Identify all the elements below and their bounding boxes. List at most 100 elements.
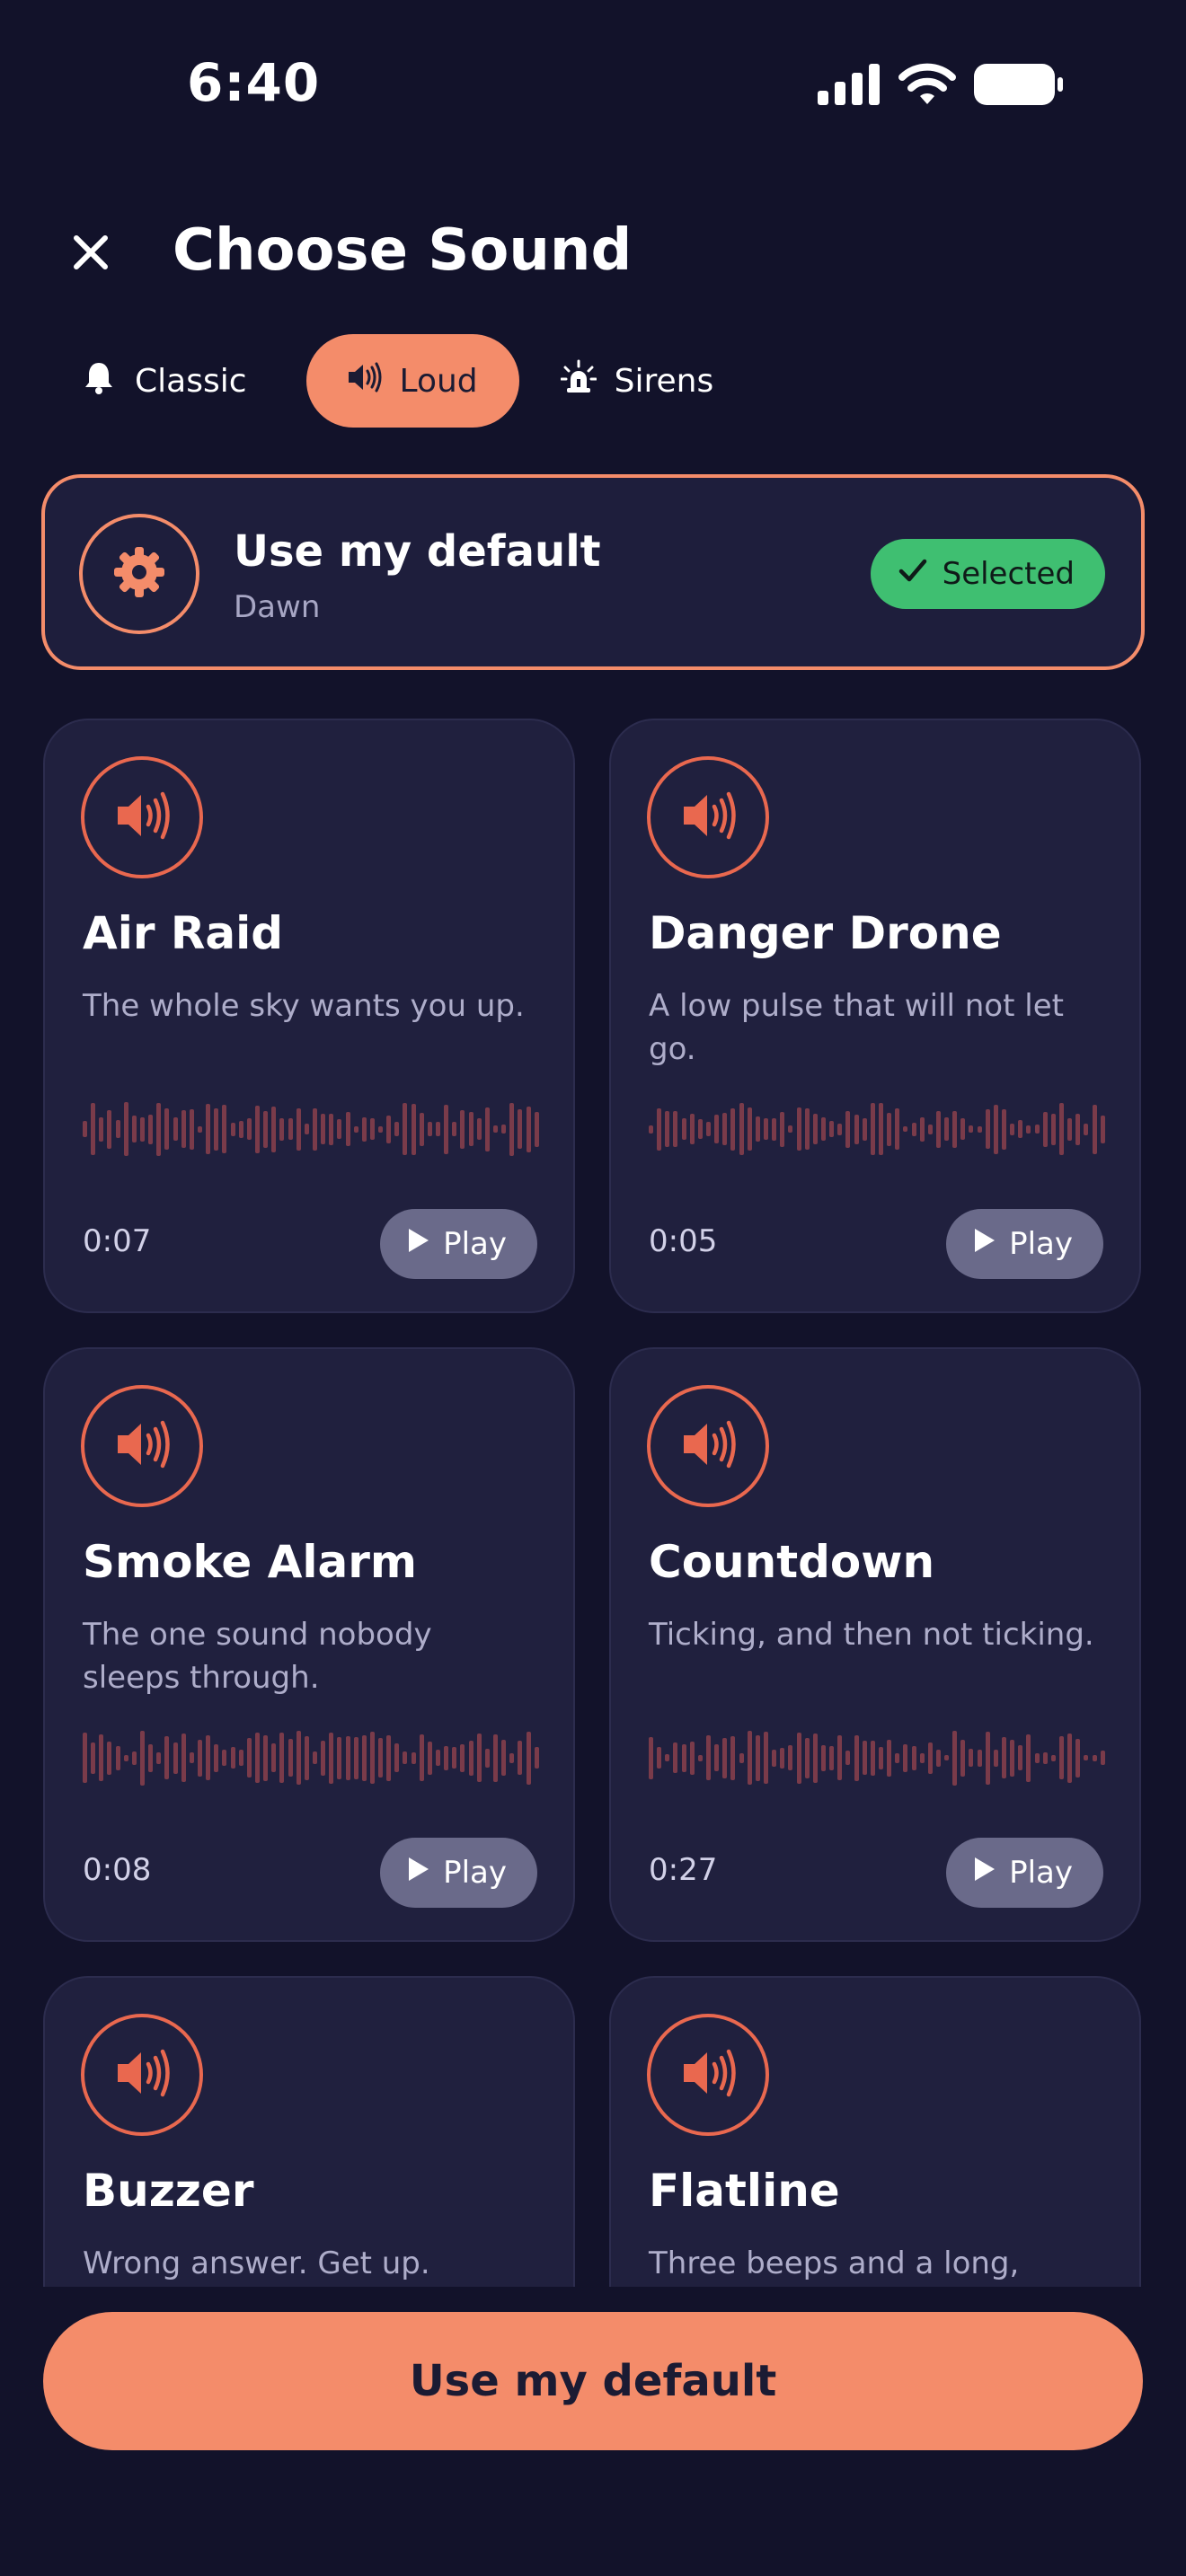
use-default-button[interactable]: Use my default (43, 2312, 1143, 2450)
waveform-bar (665, 1754, 670, 1761)
play-button[interactable]: Play (380, 1838, 537, 1908)
waveform-bar (99, 1116, 104, 1142)
waveform-bar (99, 1734, 104, 1781)
tab-loud[interactable]: Loud (305, 334, 519, 428)
waveform-bar (164, 1108, 170, 1150)
waveform-bar (1002, 1737, 1007, 1778)
sound-card[interactable]: Air Raid The whole sky wants you up. 0:07 P… (43, 719, 575, 1313)
default-sound-option[interactable]: Use my default Dawn Selected (41, 474, 1145, 670)
sound-waveform (649, 1726, 1105, 1789)
waveform-bar (845, 1110, 851, 1148)
waveform-bar (460, 1743, 465, 1772)
tab-classic[interactable]: Classic (59, 334, 287, 428)
speaker-loud-icon (111, 2042, 173, 2108)
waveform-bar (123, 1102, 128, 1156)
waveform-bar (181, 1110, 186, 1148)
sound-duration: 0:07 (83, 1223, 152, 1259)
waveform-bar (919, 1752, 925, 1763)
waveform-bar (156, 1102, 162, 1156)
waveform-bar (755, 1734, 760, 1781)
waveform-bar (878, 1746, 883, 1769)
waveform-bar (796, 1732, 801, 1784)
sound-description: Three beeps and a long, (649, 2245, 1020, 2281)
waveform-bar (444, 1104, 449, 1154)
sound-list[interactable]: Air Raid The whole sky wants you up. 0:07 P… (0, 719, 1186, 2287)
waveform-bar (854, 1114, 859, 1144)
waveform-bar (230, 1122, 235, 1136)
waveform-bar (107, 1741, 112, 1775)
status-time: 6:40 (187, 52, 321, 113)
waveform-bar (845, 1751, 851, 1765)
waveform-bar (411, 1103, 416, 1155)
tab-sirens[interactable]: Sirens (539, 334, 754, 428)
waveform-bar (353, 1736, 358, 1779)
sound-card[interactable]: Smoke Alarm The one sound nobody sleeps t… (43, 1347, 575, 1942)
waveform-bar (829, 1121, 835, 1137)
sound-card[interactable]: BuzzerWrong answer. Get up.Play (43, 1976, 575, 2287)
sound-name: Danger Drone (649, 907, 1002, 959)
waveform-bar (263, 1734, 269, 1781)
waveform-bar (337, 1119, 342, 1139)
sound-icon-circle (647, 1385, 769, 1507)
waveform-bar (673, 1111, 678, 1147)
waveform-bar (206, 1735, 211, 1780)
waveform-bar (181, 1734, 186, 1782)
waveform-bar (788, 1125, 793, 1133)
sound-description: Ticking, and then not ticking. (649, 1617, 1094, 1653)
play-button[interactable]: Play (380, 1209, 537, 1279)
sound-name: Countdown (649, 1536, 935, 1588)
waveform-bar (903, 1743, 908, 1772)
waveform-bar (788, 1745, 793, 1770)
waveform-bar (960, 1739, 966, 1777)
play-icon (973, 1226, 996, 1262)
waveform-bar (952, 1730, 958, 1786)
waveform-bar (304, 1735, 309, 1780)
waveform-bar (222, 1105, 227, 1153)
waveform-bar (345, 1735, 350, 1780)
waveform-bar (271, 1106, 277, 1152)
signal-icon (818, 64, 881, 109)
sound-description: The whole sky wants you up. (83, 988, 525, 1024)
waveform-bar (887, 1112, 892, 1146)
waveform-bar (993, 1104, 998, 1154)
waveform-bar (747, 1731, 752, 1785)
gear-icon (111, 543, 168, 604)
waveform-bar (911, 1745, 916, 1770)
waveform-bar (1067, 1117, 1073, 1141)
category-tabs: Classic Loud Sirens (59, 334, 753, 428)
waveform-bar (288, 1739, 293, 1777)
sound-card[interactable]: FlatlineThree beeps and a long,Play (609, 1976, 1141, 2287)
waveform-bar (386, 1734, 392, 1781)
waveform-bar (197, 1125, 202, 1133)
waveform-bar (115, 1120, 120, 1138)
waveform-bar (238, 1750, 243, 1766)
play-label: Play (1009, 1226, 1073, 1262)
waveform-bar (657, 1107, 662, 1151)
play-icon (407, 1226, 430, 1262)
sound-card[interactable]: Countdown Ticking, and then not ticking. 0… (609, 1347, 1141, 1942)
close-button[interactable] (61, 225, 120, 284)
waveform-bar (484, 1107, 490, 1151)
waveform-bar (444, 1745, 449, 1770)
sound-duration: 0:05 (649, 1223, 718, 1259)
waveform-bar (361, 1734, 367, 1781)
waveform-bar (484, 1748, 490, 1768)
tab-label: Sirens (614, 362, 714, 400)
play-button[interactable]: Play (946, 1209, 1103, 1279)
waveform-bar (131, 1116, 137, 1142)
waveform-bar (854, 1734, 859, 1781)
waveform-bar (246, 1118, 252, 1140)
waveform-bar (1092, 1104, 1097, 1154)
waveform-bar (697, 1754, 703, 1761)
waveform-bar (780, 1747, 785, 1769)
play-button[interactable]: Play (946, 1838, 1103, 1908)
sound-icon-circle (81, 2014, 203, 2136)
sound-card[interactable]: Danger Drone A low pulse that will not le… (609, 719, 1141, 1313)
waveform-bar (403, 1751, 408, 1764)
waveform-bar (156, 1751, 162, 1764)
waveform-bar (944, 1755, 950, 1760)
waveform-bar (353, 1125, 358, 1133)
waveform-bar (386, 1115, 392, 1143)
waveform-bar (722, 1113, 728, 1145)
waveform-bar (501, 1125, 507, 1134)
